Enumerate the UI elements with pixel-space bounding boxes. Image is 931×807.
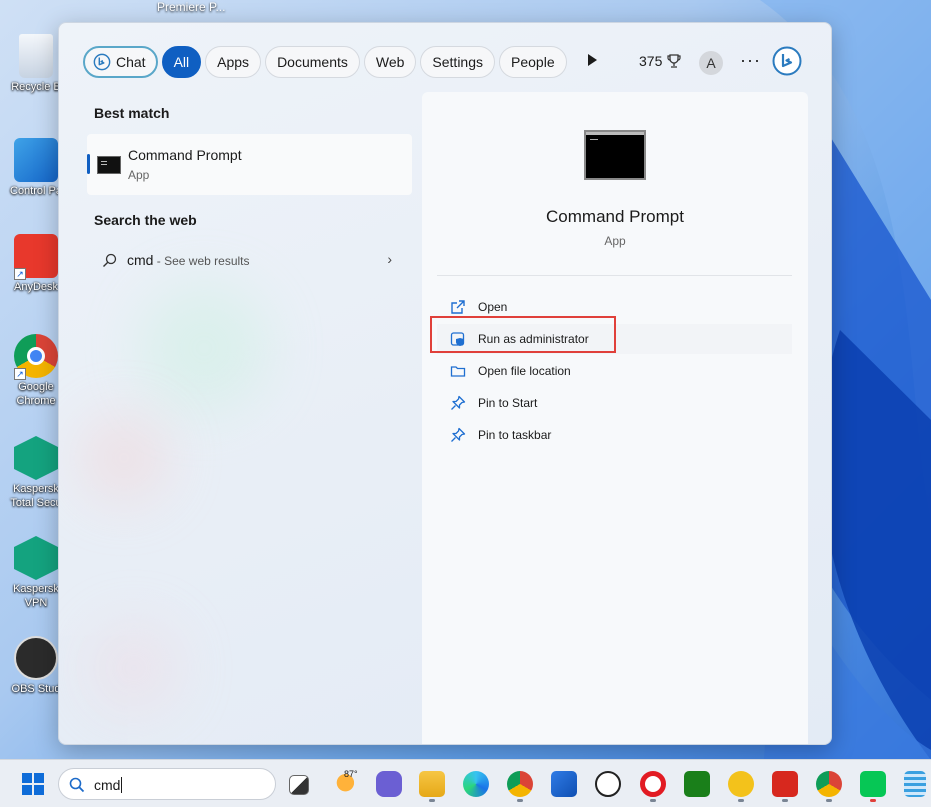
task-view-icon[interactable] (289, 775, 309, 795)
pin-icon (451, 427, 466, 442)
line-messenger-icon[interactable] (860, 771, 886, 797)
recycle-bin-icon (19, 34, 53, 78)
settings-filter-button[interactable]: Settings (420, 46, 496, 78)
chrome-profile-icon[interactable] (816, 771, 842, 797)
open-file-location-action[interactable]: Open file location (437, 356, 792, 386)
weather-temperature: 87° (344, 769, 358, 779)
pin-to-start-label: Pin to Start (478, 396, 538, 410)
notepad-icon[interactable] (904, 771, 926, 797)
background-glow (79, 413, 169, 503)
file-explorer-icon[interactable] (419, 771, 445, 797)
background-glow (89, 623, 179, 713)
pin-icon (451, 395, 466, 410)
windows-start-icon[interactable] (22, 773, 44, 795)
attention-indicator (870, 799, 876, 802)
open-file-location-label: Open file location (478, 364, 571, 378)
web-search-query-text: cmd - See web results (127, 252, 250, 268)
running-indicator (429, 799, 435, 802)
people-filter-button[interactable]: People (499, 46, 567, 78)
selection-indicator (87, 154, 90, 174)
obs-icon (14, 636, 58, 680)
anydesk-icon: ↗ (14, 234, 58, 280)
preview-title: Command Prompt (546, 207, 684, 226)
text-caret (121, 777, 123, 793)
web-search-suffix: - See web results (153, 254, 250, 268)
best-match-title: Command Prompt (128, 147, 242, 163)
account-avatar[interactable]: A (699, 51, 723, 75)
background-glow (139, 283, 269, 413)
opera-icon[interactable] (640, 771, 666, 797)
best-match-subtitle: App (128, 168, 150, 182)
search-filter-bar: Chat All Apps Documents Web Settings Peo… (83, 46, 571, 78)
taskbar: cmd 87° (0, 759, 931, 807)
chrome-icon[interactable] (507, 771, 533, 797)
desktop-icon-label-premiere[interactable]: Premiere P... (157, 0, 225, 14)
taskbar-search-input[interactable]: cmd (94, 777, 120, 793)
running-indicator (517, 799, 523, 802)
search-panel: Chat All Apps Documents Web Settings Peo… (58, 22, 832, 745)
search-icon (69, 777, 85, 793)
taskbar-search-value-wrap: cmd (94, 777, 123, 793)
rewards-points-value: 375 (639, 53, 663, 69)
open-external-icon (451, 300, 465, 314)
shortcut-arrow-icon: ↗ (14, 268, 26, 280)
bing-chat-icon (93, 53, 111, 71)
web-search-result[interactable]: cmd - See web results › (87, 245, 412, 275)
documents-filter-button[interactable]: Documents (265, 46, 360, 78)
kaspersky-icon (14, 436, 58, 480)
teams-chat-icon[interactable] (376, 771, 402, 797)
running-indicator (738, 799, 744, 802)
all-filter-button[interactable]: All (161, 46, 202, 78)
result-preview-pane: Command Prompt App Open Run as administr… (422, 92, 808, 744)
pin-to-taskbar-action[interactable]: Pin to taskbar (437, 420, 792, 450)
best-match-result[interactable]: Command Prompt App (87, 134, 412, 195)
web-search-query: cmd (127, 252, 154, 268)
bing-icon[interactable] (772, 46, 802, 76)
search-icon (103, 253, 117, 267)
chevron-right-icon[interactable]: › (387, 251, 392, 267)
trophy-icon (667, 54, 681, 68)
folder-icon (450, 366, 466, 377)
running-indicator (826, 799, 832, 802)
search-the-web-heading: Search the web (94, 212, 197, 228)
highlight-annotation-box (430, 316, 616, 353)
pin-to-start-action[interactable]: Pin to Start (437, 388, 792, 418)
command-prompt-icon (97, 156, 121, 174)
feedback-hub-icon[interactable] (728, 771, 754, 797)
edge-icon[interactable] (463, 771, 489, 797)
more-options-icon[interactable]: ··· (740, 50, 761, 71)
preview-divider (437, 275, 792, 276)
open-action-label: Open (478, 300, 508, 314)
best-match-heading: Best match (94, 105, 170, 121)
control-panel-icon (14, 138, 58, 182)
taskbar-search-box[interactable]: cmd (58, 768, 276, 800)
running-indicator (782, 799, 788, 802)
more-filters-play-icon[interactable] (588, 54, 597, 66)
chat-filter-label: Chat (116, 54, 146, 70)
rewards-points[interactable]: 375 (639, 53, 682, 69)
dell-icon[interactable] (595, 771, 621, 797)
chat-filter-button[interactable]: Chat (83, 46, 158, 78)
microsoft-store-icon[interactable] (551, 771, 577, 797)
apps-filter-button[interactable]: Apps (205, 46, 262, 78)
acrobat-reader-icon[interactable] (772, 771, 798, 797)
web-filter-button[interactable]: Web (363, 46, 417, 78)
pin-to-taskbar-label: Pin to taskbar (478, 428, 552, 442)
xbox-icon[interactable] (684, 771, 710, 797)
preview-subtitle: App (604, 234, 626, 248)
running-indicator (650, 799, 656, 802)
kaspersky-vpn-icon (14, 536, 58, 580)
shortcut-arrow-icon: ↗ (14, 368, 26, 380)
chrome-icon: ↗ (14, 334, 58, 380)
command-prompt-large-icon (584, 130, 646, 180)
